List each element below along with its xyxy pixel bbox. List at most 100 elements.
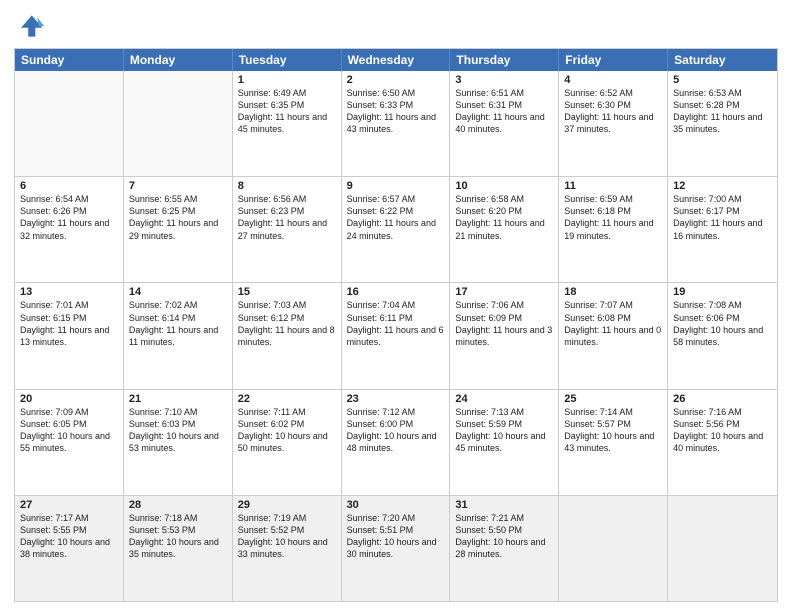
day-number: 22 (238, 393, 336, 405)
calendar-header-cell: Monday (124, 49, 233, 71)
calendar-header-cell: Wednesday (342, 49, 451, 71)
calendar-cell: 16Sunrise: 7:04 AM Sunset: 6:11 PM Dayli… (342, 283, 451, 388)
calendar-cell: 12Sunrise: 7:00 AM Sunset: 6:17 PM Dayli… (668, 177, 777, 282)
day-number: 9 (347, 180, 445, 192)
calendar-row: 13Sunrise: 7:01 AM Sunset: 6:15 PM Dayli… (15, 282, 777, 388)
calendar-row: 1Sunrise: 6:49 AM Sunset: 6:35 PM Daylig… (15, 71, 777, 176)
cell-info: Sunrise: 6:56 AM Sunset: 6:23 PM Dayligh… (238, 193, 336, 242)
calendar-cell: 8Sunrise: 6:56 AM Sunset: 6:23 PM Daylig… (233, 177, 342, 282)
day-number: 7 (129, 180, 227, 192)
day-number: 13 (20, 286, 118, 298)
calendar-cell: 2Sunrise: 6:50 AM Sunset: 6:33 PM Daylig… (342, 71, 451, 176)
cell-info: Sunrise: 7:13 AM Sunset: 5:59 PM Dayligh… (455, 406, 553, 455)
calendar-header-cell: Tuesday (233, 49, 342, 71)
logo (14, 10, 50, 42)
calendar-cell: 30Sunrise: 7:20 AM Sunset: 5:51 PM Dayli… (342, 496, 451, 601)
day-number: 3 (455, 74, 553, 86)
calendar-header-cell: Thursday (450, 49, 559, 71)
cell-info: Sunrise: 7:08 AM Sunset: 6:06 PM Dayligh… (673, 299, 772, 348)
calendar-cell: 24Sunrise: 7:13 AM Sunset: 5:59 PM Dayli… (450, 390, 559, 495)
cell-info: Sunrise: 6:51 AM Sunset: 6:31 PM Dayligh… (455, 87, 553, 136)
cell-info: Sunrise: 7:09 AM Sunset: 6:05 PM Dayligh… (20, 406, 118, 455)
day-number: 18 (564, 286, 662, 298)
page: SundayMondayTuesdayWednesdayThursdayFrid… (0, 0, 792, 612)
cell-info: Sunrise: 6:54 AM Sunset: 6:26 PM Dayligh… (20, 193, 118, 242)
cell-info: Sunrise: 7:14 AM Sunset: 5:57 PM Dayligh… (564, 406, 662, 455)
day-number: 24 (455, 393, 553, 405)
cell-info: Sunrise: 6:58 AM Sunset: 6:20 PM Dayligh… (455, 193, 553, 242)
day-number: 31 (455, 499, 553, 511)
calendar-cell: 7Sunrise: 6:55 AM Sunset: 6:25 PM Daylig… (124, 177, 233, 282)
calendar-cell: 26Sunrise: 7:16 AM Sunset: 5:56 PM Dayli… (668, 390, 777, 495)
cell-info: Sunrise: 7:00 AM Sunset: 6:17 PM Dayligh… (673, 193, 772, 242)
cell-info: Sunrise: 7:04 AM Sunset: 6:11 PM Dayligh… (347, 299, 445, 348)
calendar-row: 6Sunrise: 6:54 AM Sunset: 6:26 PM Daylig… (15, 176, 777, 282)
cell-info: Sunrise: 7:11 AM Sunset: 6:02 PM Dayligh… (238, 406, 336, 455)
calendar-cell: 31Sunrise: 7:21 AM Sunset: 5:50 PM Dayli… (450, 496, 559, 601)
day-number: 4 (564, 74, 662, 86)
cell-info: Sunrise: 6:53 AM Sunset: 6:28 PM Dayligh… (673, 87, 772, 136)
calendar-cell: 5Sunrise: 6:53 AM Sunset: 6:28 PM Daylig… (668, 71, 777, 176)
cell-info: Sunrise: 7:06 AM Sunset: 6:09 PM Dayligh… (455, 299, 553, 348)
calendar: SundayMondayTuesdayWednesdayThursdayFrid… (14, 48, 778, 602)
generalblue-logo-icon (14, 10, 46, 42)
day-number: 12 (673, 180, 772, 192)
calendar-cell (15, 71, 124, 176)
calendar-cell: 17Sunrise: 7:06 AM Sunset: 6:09 PM Dayli… (450, 283, 559, 388)
calendar-cell: 11Sunrise: 6:59 AM Sunset: 6:18 PM Dayli… (559, 177, 668, 282)
calendar-cell: 10Sunrise: 6:58 AM Sunset: 6:20 PM Dayli… (450, 177, 559, 282)
day-number: 14 (129, 286, 227, 298)
day-number: 5 (673, 74, 772, 86)
cell-info: Sunrise: 6:50 AM Sunset: 6:33 PM Dayligh… (347, 87, 445, 136)
calendar-cell: 22Sunrise: 7:11 AM Sunset: 6:02 PM Dayli… (233, 390, 342, 495)
header (14, 10, 778, 42)
cell-info: Sunrise: 7:16 AM Sunset: 5:56 PM Dayligh… (673, 406, 772, 455)
day-number: 1 (238, 74, 336, 86)
day-number: 28 (129, 499, 227, 511)
calendar-cell: 25Sunrise: 7:14 AM Sunset: 5:57 PM Dayli… (559, 390, 668, 495)
cell-info: Sunrise: 7:10 AM Sunset: 6:03 PM Dayligh… (129, 406, 227, 455)
calendar-cell: 19Sunrise: 7:08 AM Sunset: 6:06 PM Dayli… (668, 283, 777, 388)
day-number: 29 (238, 499, 336, 511)
day-number: 27 (20, 499, 118, 511)
cell-info: Sunrise: 7:02 AM Sunset: 6:14 PM Dayligh… (129, 299, 227, 348)
day-number: 21 (129, 393, 227, 405)
day-number: 20 (20, 393, 118, 405)
calendar-cell: 15Sunrise: 7:03 AM Sunset: 6:12 PM Dayli… (233, 283, 342, 388)
cell-info: Sunrise: 6:59 AM Sunset: 6:18 PM Dayligh… (564, 193, 662, 242)
cell-info: Sunrise: 7:19 AM Sunset: 5:52 PM Dayligh… (238, 512, 336, 561)
cell-info: Sunrise: 7:07 AM Sunset: 6:08 PM Dayligh… (564, 299, 662, 348)
day-number: 2 (347, 74, 445, 86)
day-number: 10 (455, 180, 553, 192)
calendar-header-cell: Sunday (15, 49, 124, 71)
day-number: 25 (564, 393, 662, 405)
day-number: 16 (347, 286, 445, 298)
calendar-cell: 3Sunrise: 6:51 AM Sunset: 6:31 PM Daylig… (450, 71, 559, 176)
calendar-cell: 4Sunrise: 6:52 AM Sunset: 6:30 PM Daylig… (559, 71, 668, 176)
calendar-cell: 6Sunrise: 6:54 AM Sunset: 6:26 PM Daylig… (15, 177, 124, 282)
cell-info: Sunrise: 7:20 AM Sunset: 5:51 PM Dayligh… (347, 512, 445, 561)
day-number: 19 (673, 286, 772, 298)
day-number: 17 (455, 286, 553, 298)
calendar-cell: 20Sunrise: 7:09 AM Sunset: 6:05 PM Dayli… (15, 390, 124, 495)
cell-info: Sunrise: 7:03 AM Sunset: 6:12 PM Dayligh… (238, 299, 336, 348)
day-number: 8 (238, 180, 336, 192)
calendar-header-cell: Saturday (668, 49, 777, 71)
calendar-cell: 28Sunrise: 7:18 AM Sunset: 5:53 PM Dayli… (124, 496, 233, 601)
day-number: 11 (564, 180, 662, 192)
calendar-row: 27Sunrise: 7:17 AM Sunset: 5:55 PM Dayli… (15, 495, 777, 601)
calendar-cell: 14Sunrise: 7:02 AM Sunset: 6:14 PM Dayli… (124, 283, 233, 388)
calendar-cell (559, 496, 668, 601)
calendar-cell: 9Sunrise: 6:57 AM Sunset: 6:22 PM Daylig… (342, 177, 451, 282)
calendar-cell: 18Sunrise: 7:07 AM Sunset: 6:08 PM Dayli… (559, 283, 668, 388)
calendar-cell (668, 496, 777, 601)
day-number: 30 (347, 499, 445, 511)
cell-info: Sunrise: 7:17 AM Sunset: 5:55 PM Dayligh… (20, 512, 118, 561)
cell-info: Sunrise: 7:21 AM Sunset: 5:50 PM Dayligh… (455, 512, 553, 561)
calendar-cell: 21Sunrise: 7:10 AM Sunset: 6:03 PM Dayli… (124, 390, 233, 495)
cell-info: Sunrise: 7:01 AM Sunset: 6:15 PM Dayligh… (20, 299, 118, 348)
cell-info: Sunrise: 6:52 AM Sunset: 6:30 PM Dayligh… (564, 87, 662, 136)
cell-info: Sunrise: 6:55 AM Sunset: 6:25 PM Dayligh… (129, 193, 227, 242)
cell-info: Sunrise: 6:49 AM Sunset: 6:35 PM Dayligh… (238, 87, 336, 136)
calendar-cell: 13Sunrise: 7:01 AM Sunset: 6:15 PM Dayli… (15, 283, 124, 388)
